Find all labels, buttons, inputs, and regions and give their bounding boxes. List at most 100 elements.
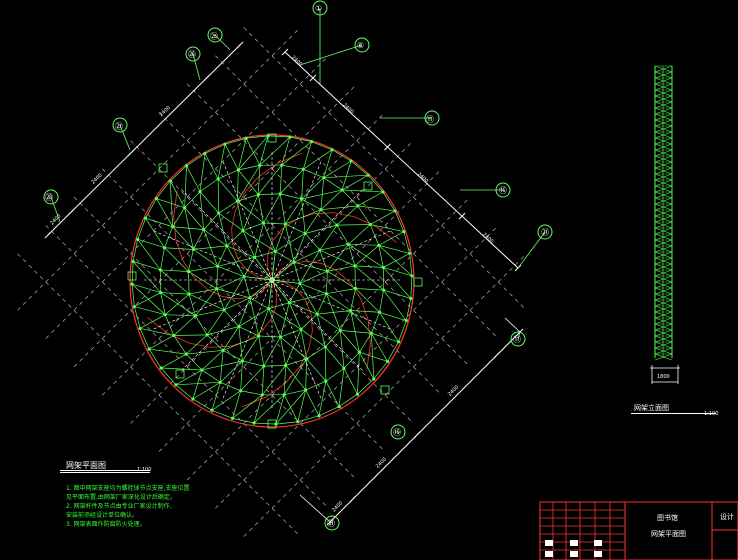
diagonal-member [279, 169, 304, 195]
node [158, 268, 163, 272]
diagonal-member [268, 308, 281, 338]
node [261, 221, 266, 225]
diagonal-member [160, 353, 187, 369]
diagonal-member [237, 165, 261, 202]
diagonal-member [281, 141, 312, 166]
axis-label: ⑯ [393, 428, 401, 437]
diagonal-member [327, 244, 349, 272]
node [200, 368, 204, 372]
diagonal-member [354, 265, 384, 291]
diagonal-member [219, 350, 224, 383]
ring-member [258, 193, 281, 195]
node [330, 148, 334, 152]
note-line: 1. 图中网架支座均为螺栓球节点支座,支座位置 [66, 485, 190, 492]
diagonal-member [240, 365, 265, 391]
diagonal-member [257, 165, 261, 195]
node [410, 274, 414, 278]
ring-member [316, 293, 327, 315]
diagonal-member [299, 283, 318, 315]
node [132, 304, 136, 309]
title-block [539, 501, 738, 560]
dimension-line [47, 44, 241, 236]
diagonal-member [305, 389, 320, 416]
dimension-text: 2400 [290, 55, 303, 68]
cad-drawing: 2400240024002400 240024002400 2400240024… [17, 0, 738, 560]
ring-member [280, 193, 302, 200]
node [369, 331, 373, 335]
node [381, 288, 386, 292]
node [203, 151, 207, 156]
diagonal-member [245, 138, 261, 166]
diagonal-member [188, 265, 218, 272]
node [377, 243, 381, 247]
node [240, 359, 245, 363]
node [256, 193, 260, 197]
node [198, 190, 202, 194]
node [381, 265, 385, 270]
axis-label: ① [315, 4, 323, 13]
ring-member [263, 365, 286, 367]
diagonal-member [383, 289, 407, 321]
ring-member [204, 143, 226, 154]
diagonal-member [165, 314, 196, 317]
node [318, 248, 322, 252]
axis-label: ㉕ [210, 32, 218, 41]
node [184, 352, 188, 356]
axis-label: ㉗ [115, 122, 123, 131]
diagonal-member [160, 292, 196, 316]
note-line: 安装前须经设计单位确认。 [66, 512, 139, 519]
node [242, 274, 246, 279]
diagonal-member [357, 352, 360, 395]
title-block-frame [539, 501, 738, 560]
node [278, 335, 283, 339]
node [325, 269, 329, 273]
node [342, 366, 346, 370]
title-block-mark [570, 540, 578, 546]
ring-member [201, 369, 221, 383]
diagonal-member [261, 366, 265, 395]
diagonal-member [379, 312, 399, 342]
node [355, 392, 360, 396]
diagonal-member [348, 244, 384, 268]
ring-member [300, 313, 318, 330]
node [346, 242, 351, 246]
diagonal-member [195, 288, 217, 316]
ring-member [240, 390, 263, 396]
radial-chord [179, 279, 273, 373]
axis-label: ㉑ [541, 228, 549, 237]
diagonal-member [217, 178, 220, 214]
diagonal-member [280, 302, 290, 338]
dimension-tick [44, 231, 52, 239]
diagonal-member [134, 292, 161, 307]
node [353, 286, 358, 291]
diagonal-member [339, 330, 345, 369]
ring-member [275, 421, 298, 425]
diagonal-member [370, 224, 404, 232]
dimension-tick [204, 73, 211, 81]
radial-chord [271, 279, 323, 401]
node [324, 379, 328, 383]
title-block-mark [594, 540, 602, 546]
ring-member [331, 149, 352, 162]
diagonal-member [137, 239, 165, 249]
elevation-scale: 1:100 [704, 411, 719, 417]
ring-member [394, 210, 405, 232]
diagonal-member [193, 249, 218, 267]
diagonal-member [185, 334, 208, 355]
diagonal-member [258, 164, 283, 195]
diagonal-member [340, 330, 372, 334]
node [335, 223, 339, 227]
diagonal-member [173, 315, 196, 336]
node [322, 176, 326, 180]
diagonal-member [238, 169, 259, 195]
node [210, 408, 214, 412]
node [303, 231, 307, 236]
ring-member [258, 335, 281, 338]
diagonal-member [140, 328, 174, 336]
diagonal-member [132, 261, 161, 293]
ring-member [379, 289, 384, 313]
diagonal-member [357, 191, 384, 207]
title-underline [60, 470, 150, 471]
diagonal-member [299, 270, 328, 284]
ring-member [311, 141, 333, 151]
